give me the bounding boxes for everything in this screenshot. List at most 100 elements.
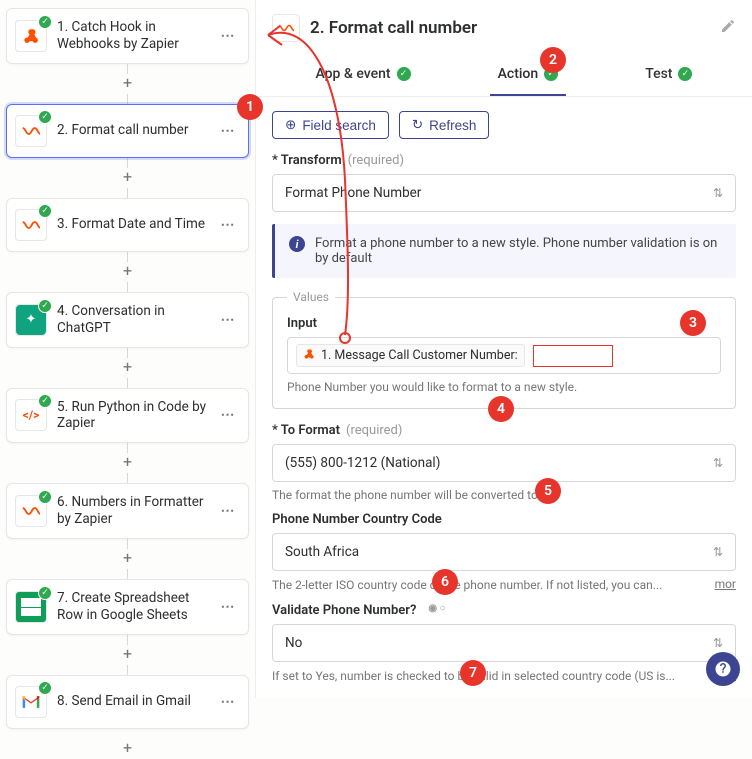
panel-title: 2. Format call number xyxy=(310,18,710,38)
step-label: 7. Create Spreadsheet Row in Google Shee… xyxy=(57,590,216,624)
help-fab-button[interactable] xyxy=(706,652,740,686)
check-icon: ✓ xyxy=(38,204,52,218)
step-label: 4. Conversation in ChatGPT xyxy=(57,303,216,337)
token-label: 1. Message Call Customer Number: xyxy=(321,348,518,363)
add-step-button[interactable]: + xyxy=(118,549,138,569)
formatter-icon xyxy=(276,18,296,38)
chevron-updown-icon: ⇅ xyxy=(713,636,723,650)
input-hint: Phone Number you would like to format to… xyxy=(287,380,721,394)
step-menu-button[interactable]: ⋯ xyxy=(216,119,240,143)
check-icon: ✓ xyxy=(38,681,52,695)
step-label: 3. Format Date and Time xyxy=(57,216,216,233)
to-format-select[interactable]: (555) 800-1212 (National) ⇅ xyxy=(272,444,736,482)
country-code-select[interactable]: South Africa ⇅ xyxy=(272,533,736,571)
check-icon: ✓ xyxy=(38,490,52,504)
input-field[interactable]: 1. Message Call Customer Number: xyxy=(287,337,721,374)
code-icon: </> xyxy=(21,405,41,425)
check-icon: ✓ xyxy=(678,67,692,81)
values-legend: Values xyxy=(287,290,335,304)
annotation-badge-6: 6 xyxy=(432,569,458,595)
check-icon: ✓ xyxy=(397,67,411,81)
add-step-button[interactable]: + xyxy=(118,358,138,378)
country-code-label: Phone Number Country Code xyxy=(272,512,736,527)
refresh-button[interactable]: ↻ Refresh xyxy=(399,111,490,139)
step-icon-formatter: ✓ xyxy=(15,209,47,241)
more-link[interactable]: mor xyxy=(715,577,736,591)
tab-test[interactable]: Test ✓ xyxy=(637,60,700,96)
formatter-icon xyxy=(21,501,41,521)
annotation-badge-3: 3 xyxy=(680,310,706,336)
add-step-button[interactable]: + xyxy=(118,262,138,282)
input-label: Input xyxy=(287,316,721,331)
transform-select[interactable]: Format Phone Number ⇅ xyxy=(272,174,736,212)
rename-button[interactable] xyxy=(720,18,736,38)
input-token[interactable]: 1. Message Call Customer Number: xyxy=(296,344,525,367)
country-hint: The 2-letter ISO country code of the pho… xyxy=(272,578,662,592)
step-icon-formatter: ✓ xyxy=(15,115,47,147)
step-label: 5. Run Python in Code by Zapier xyxy=(57,399,216,433)
chevron-updown-icon: ⇅ xyxy=(713,456,723,470)
step-4-chatgpt[interactable]: ✦ ✓ 4. Conversation in ChatGPT ⋯ xyxy=(6,292,249,348)
webhook-icon xyxy=(303,348,315,363)
step-2-format-call-number[interactable]: ✓ 2. Format call number ⋯ xyxy=(6,104,249,158)
step-8-gmail[interactable]: ✓ 8. Send Email in Gmail ⋯ xyxy=(6,675,249,729)
check-icon: ✓ xyxy=(38,299,52,313)
validate-radio-group[interactable]: ◉ ○ xyxy=(428,603,445,618)
step-label: 1. Catch Hook in Webhooks by Zapier xyxy=(57,19,216,53)
step-5-run-python[interactable]: </> ✓ 5. Run Python in Code by Zapier ⋯ xyxy=(6,388,249,444)
gmail-icon xyxy=(21,692,41,712)
annotation-badge-4: 4 xyxy=(488,396,514,422)
step-icon-gmail: ✓ xyxy=(15,686,47,718)
tab-label: App & event xyxy=(316,66,391,82)
step-menu-button[interactable]: ⋯ xyxy=(216,24,240,48)
step-icon-sheets: ✓ xyxy=(15,591,47,623)
step-menu-button[interactable]: ⋯ xyxy=(216,499,240,523)
step-3-format-date-time[interactable]: ✓ 3. Format Date and Time ⋯ xyxy=(6,198,249,252)
step-menu-button[interactable]: ⋯ xyxy=(216,213,240,237)
step-menu-button[interactable]: ⋯ xyxy=(216,308,240,332)
add-step-button[interactable]: + xyxy=(118,739,138,759)
validate-select[interactable]: No ⇅ xyxy=(272,624,736,662)
select-value: South Africa xyxy=(285,544,359,560)
select-value: Format Phone Number xyxy=(285,185,421,201)
step-icon-chatgpt: ✦ ✓ xyxy=(15,304,47,336)
annotation-badge-1: 1 xyxy=(237,94,263,120)
add-step-button[interactable]: + xyxy=(118,645,138,665)
step-menu-button[interactable]: ⋯ xyxy=(216,690,240,714)
button-label: Refresh xyxy=(429,118,476,133)
chevron-updown-icon: ⇅ xyxy=(713,186,723,200)
webhook-icon xyxy=(21,26,41,46)
field-search-button[interactable]: ⊕ Field search xyxy=(272,111,389,139)
add-step-button[interactable]: + xyxy=(118,74,138,94)
add-step-button[interactable]: + xyxy=(118,168,138,188)
add-step-button[interactable]: + xyxy=(118,453,138,473)
select-value: (555) 800-1212 (National) xyxy=(285,455,440,471)
values-fieldset: Values Input 1. Message Call Customer Nu… xyxy=(272,290,736,409)
check-icon: ✓ xyxy=(38,15,52,29)
to-format-hint: The format the phone number will be conv… xyxy=(272,488,736,502)
annotation-badge-2: 2 xyxy=(540,47,566,73)
panel-tabs: App & event ✓ Action ✓ Test ✓ xyxy=(256,54,752,97)
step-menu-button[interactable]: ⋯ xyxy=(216,595,240,619)
chevron-updown-icon: ⇅ xyxy=(713,545,723,559)
panel-app-icon xyxy=(272,14,300,42)
tab-app-event[interactable]: App & event ✓ xyxy=(308,60,419,96)
step-icon-code: </> ✓ xyxy=(15,399,47,431)
formatter-icon xyxy=(21,121,41,141)
step-label: 2. Format call number xyxy=(57,122,216,139)
step-7-google-sheets[interactable]: ✓ 7. Create Spreadsheet Row in Google Sh… xyxy=(6,579,249,635)
annotation-badge-5: 5 xyxy=(535,478,561,504)
tab-label: Action xyxy=(498,66,539,82)
button-label: Field search xyxy=(302,118,376,133)
to-format-label: To Format (required) xyxy=(272,423,736,438)
transform-label: Transform (required) xyxy=(272,153,736,168)
info-icon: i xyxy=(289,236,305,252)
step-1-catch-hook[interactable]: ✓ 1. Catch Hook in Webhooks by Zapier ⋯ xyxy=(6,8,249,64)
step-label: 8. Send Email in Gmail xyxy=(57,693,216,710)
step-6-numbers-formatter[interactable]: ✓ 6. Numbers in Formatter by Zapier ⋯ xyxy=(6,483,249,539)
annotation-badge-7: 7 xyxy=(460,660,486,686)
step-menu-button[interactable]: ⋯ xyxy=(216,403,240,427)
step-icon-formatter: ✓ xyxy=(15,495,47,527)
validate-label: Validate Phone Number? ◉ ○ xyxy=(272,603,736,618)
formatter-icon xyxy=(21,215,41,235)
